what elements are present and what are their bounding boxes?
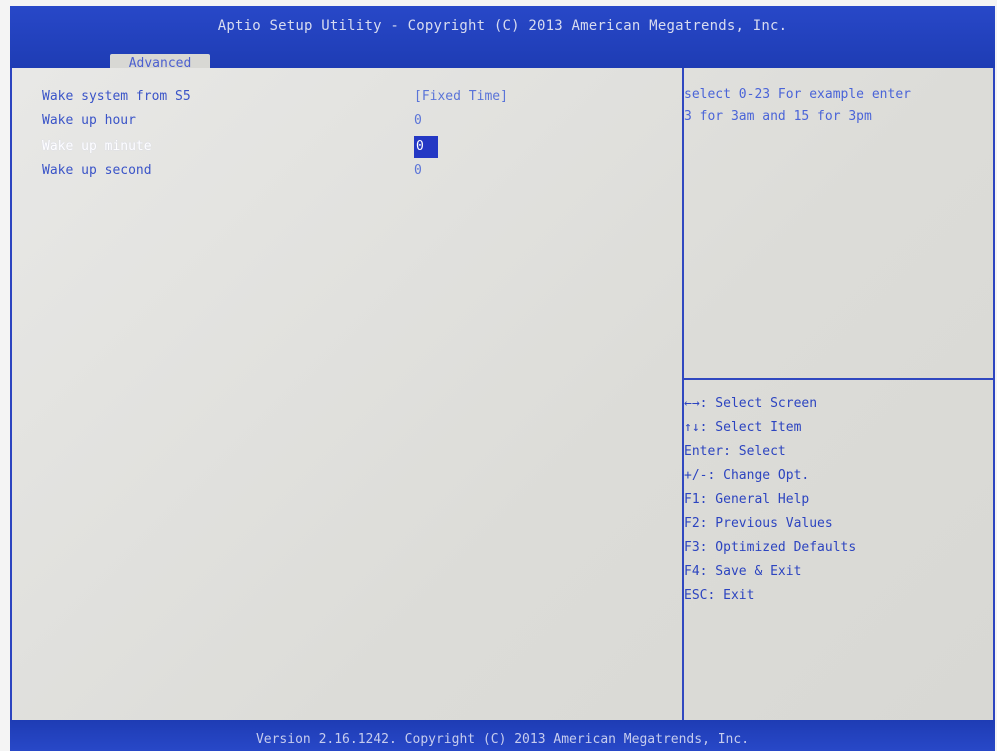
help-pane: select 0-23 For example enter 3 for 3am … <box>684 68 993 720</box>
setting-value-selected[interactable]: 0 <box>414 136 438 158</box>
setting-row-wake-system[interactable]: Wake system from S5 [Fixed Time] <box>42 86 662 108</box>
main-panel: Wake system from S5 [Fixed Time] Wake up… <box>10 68 995 720</box>
key-select-item: ↑↓: Select Item <box>684 420 802 435</box>
setting-label: Wake up hour <box>42 113 136 128</box>
bios-screen: Aptio Setup Utility - Copyright (C) 2013… <box>0 0 997 751</box>
help-divider <box>684 378 993 380</box>
setting-label: Wake up second <box>42 163 152 178</box>
setting-row-wake-second[interactable]: Wake up second 0 <box>42 160 662 182</box>
item-help-text: select 0-23 For example enter 3 for 3am … <box>684 87 911 124</box>
settings-pane: Wake system from S5 [Fixed Time] Wake up… <box>12 68 682 720</box>
header-title: Aptio Setup Utility - Copyright (C) 2013… <box>217 18 788 34</box>
setting-row-wake-hour[interactable]: Wake up hour 0 <box>42 110 662 132</box>
key-general-help: F1: General Help <box>684 492 810 507</box>
footer-bar: Version 2.16.1242. Copyright (C) 2013 Am… <box>10 720 995 751</box>
key-enter-select: Enter: Select <box>684 444 786 459</box>
setting-label: Wake system from S5 <box>42 89 191 104</box>
key-save-exit: F4: Save & Exit <box>684 564 802 579</box>
key-previous-values: F2: Previous Values <box>684 516 833 531</box>
key-optimized-defaults: F3: Optimized Defaults <box>684 540 857 555</box>
header-bar: Aptio Setup Utility - Copyright (C) 2013… <box>10 6 995 74</box>
setting-value[interactable]: 0 <box>414 160 422 182</box>
setting-row-wake-minute[interactable]: Wake up minute 0 <box>42 136 662 158</box>
setting-label: Wake up minute <box>42 139 152 154</box>
key-esc-exit: ESC: Exit <box>684 588 755 603</box>
setting-value[interactable]: 0 <box>414 110 422 132</box>
key-select-screen: ←→: Select Screen <box>684 396 818 411</box>
key-change-opt: +/-: Change Opt. <box>684 468 810 483</box>
setting-value[interactable]: [Fixed Time] <box>414 86 508 108</box>
footer-version-text: Version 2.16.1242. Copyright (C) 2013 Am… <box>255 732 750 747</box>
key-legend: ←→: Select Screen ↑↓: Select Item Enter:… <box>684 392 984 608</box>
